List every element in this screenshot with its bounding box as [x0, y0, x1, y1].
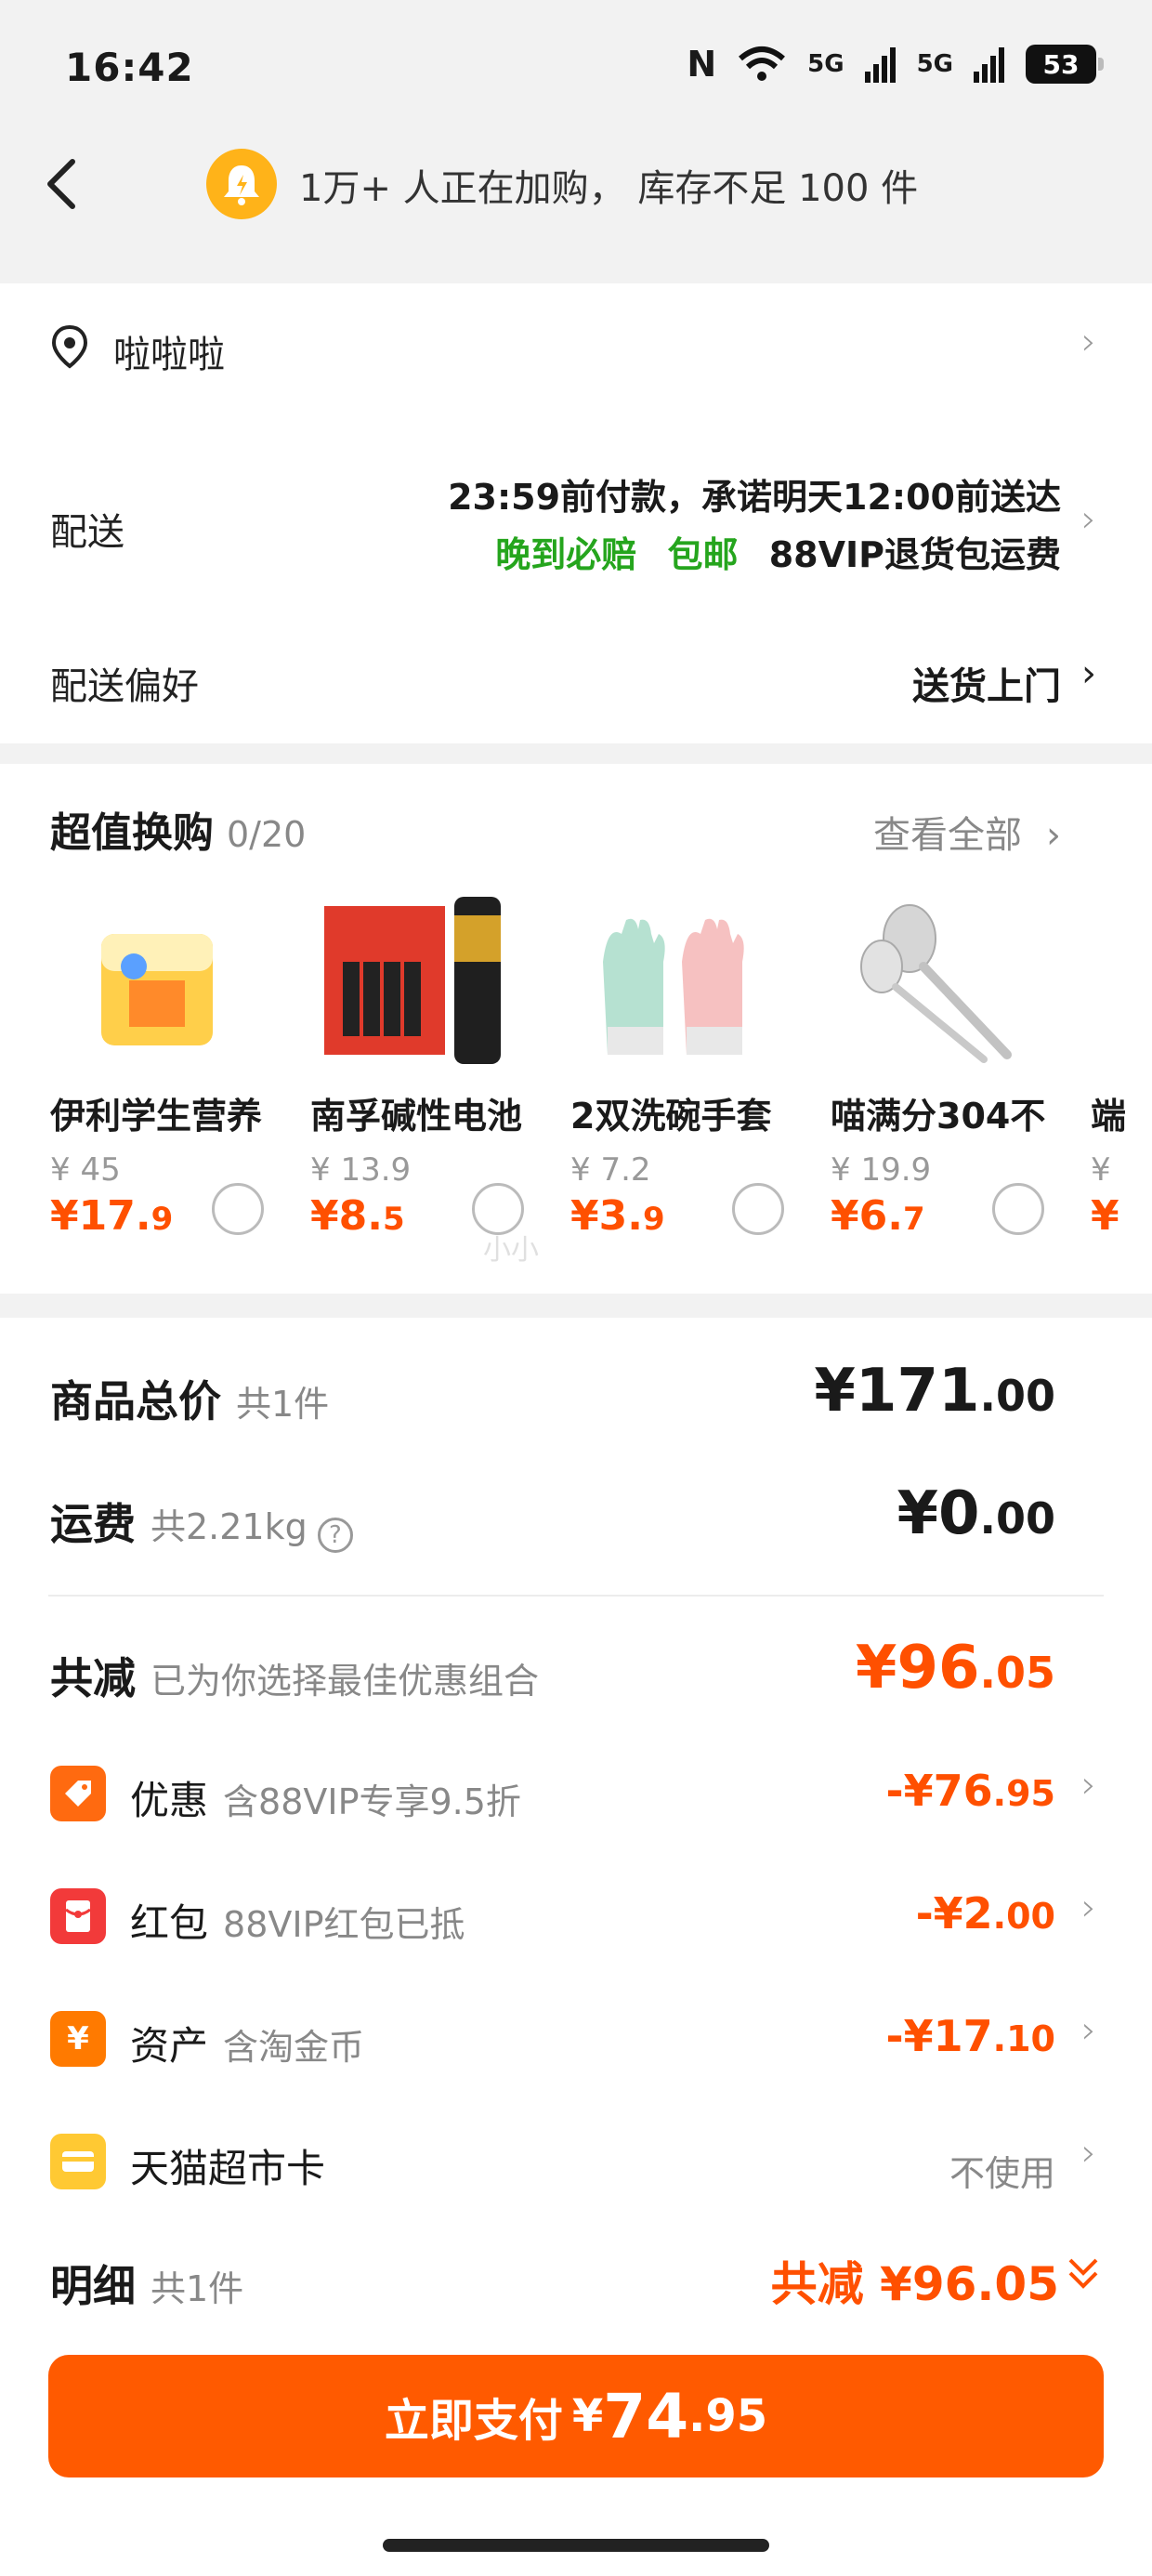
delivery-pref-value: 送货上门: [912, 665, 1061, 708]
address-text: 啦啦啦: [113, 334, 225, 376]
chevron-right-icon: ›: [1081, 321, 1096, 363]
free-shipping-tag: 包邮: [667, 534, 739, 575]
home-indicator[interactable]: [383, 2539, 769, 2552]
chevron-right-icon: ›: [1081, 1886, 1096, 1929]
bundle-item[interactable]: 南孚碱性电池 ¥ 13.9 ¥8.5: [310, 892, 543, 1240]
pay-now-button[interactable]: 立即支付 ¥74.95: [48, 2355, 1104, 2477]
wifi-icon: [739, 46, 786, 81]
delivery-promise: 23:59前付款，承诺明天12:00前送达: [448, 477, 1061, 518]
status-time: 16:42: [65, 45, 194, 90]
delivery-preference-row[interactable]: 配送偏好 送货上门 ›: [0, 632, 1152, 734]
tag-icon: [50, 1766, 106, 1821]
signal-5g-icon: 5G: [807, 50, 844, 78]
chevron-right-icon: ›: [1081, 652, 1096, 695]
vip-return-tag: 88VIP退货包运费: [768, 534, 1061, 575]
chevron-left-icon: [47, 159, 75, 209]
chevron-right-icon: ›: [1081, 2009, 1096, 2052]
battery-icon: 53: [1026, 45, 1104, 84]
divider: [48, 1595, 1104, 1597]
chevron-right-icon: ›: [1081, 498, 1096, 541]
status-icons: N 5G 5G 53: [687, 43, 1104, 85]
discount-total-label: 共减 已为你选择最佳优惠组合: [50, 1653, 540, 1703]
battery-pack-image: [310, 892, 524, 1078]
signal-bars-icon: [864, 47, 896, 83]
status-bar: 16:42 N 5G 5G 53: [0, 0, 1152, 139]
address-row[interactable]: 啦啦啦 ›: [0, 283, 1152, 404]
detail-summary[interactable]: 共减 ¥96.05: [771, 2247, 1059, 2314]
bundle-select-radio[interactable]: [732, 1183, 784, 1235]
bundle-count: 0/20: [227, 814, 307, 855]
discount-row-coupon[interactable]: 优惠 含88VIP专享9.5折 -¥76.95 ›: [0, 1747, 1152, 1840]
stock-promo-text: 1万+ 人正在加购， 库存不足 100 件: [299, 167, 919, 210]
signal-5g-icon-2: 5G: [916, 50, 953, 78]
help-icon[interactable]: ?: [317, 1517, 353, 1553]
delivery-tags: 晚到必赔 包邮 88VIP退货包运费: [495, 526, 1061, 577]
shipping-label: 运费 共2.21kg ?: [50, 1491, 353, 1553]
bundle-item[interactable]: 端 ¥ ¥: [1091, 892, 1152, 1240]
discount-row-redpacket[interactable]: 红包 88VIP红包已抵 -¥2.00 ›: [0, 1870, 1152, 1963]
chevron-right-icon: ›: [1081, 2132, 1096, 2175]
back-button[interactable]: [43, 156, 80, 220]
late-compensation-tag: 晚到必赔: [495, 534, 637, 575]
discount-amount: -¥17.10: [885, 2011, 1055, 2061]
view-all-link[interactable]: 查看全部 ›: [873, 805, 1061, 859]
delivery-row[interactable]: 配送 23:59前付款，承诺明天12:00前送达 晚到必赔 包邮 88VIP退货…: [0, 455, 1152, 595]
gloves-image: [570, 892, 784, 1078]
signal-bars-icon-2: [974, 47, 1004, 83]
red-packet-icon: [50, 1888, 106, 1944]
goods-total-label: 商品总价 共1件: [50, 1376, 330, 1426]
tmall-card-value: 不使用: [949, 2153, 1055, 2194]
bundle-price: ¥: [1091, 1192, 1119, 1240]
delivery-pref-label: 配送偏好: [50, 665, 199, 708]
bundle-item[interactable]: 2双洗碗手套 ¥ 7.2 ¥3.9: [570, 892, 803, 1240]
card-icon: [50, 2134, 106, 2189]
bundle-select-radio[interactable]: [212, 1183, 264, 1235]
bell-icon: [206, 149, 277, 219]
discount-amount: -¥2.00: [915, 1888, 1055, 1939]
bundle-item[interactable]: 伊利学生营养 ¥ 45 ¥17.9: [50, 892, 282, 1240]
bundle-item[interactable]: 喵满分304不 ¥ 19.9 ¥6.7: [831, 892, 1063, 1240]
coin-icon: ¥: [50, 2011, 106, 2067]
location-pin-icon: [51, 324, 88, 369]
bundle-select-radio[interactable]: [992, 1183, 1044, 1235]
shipping-amount: ¥0.00: [897, 1479, 1055, 1548]
chevron-right-icon: ›: [1081, 1764, 1096, 1807]
nfc-icon: N: [687, 44, 717, 85]
delivery-label: 配送: [50, 511, 124, 554]
discount-row-tmall-card[interactable]: 天猫超市卡 不使用 ›: [0, 2115, 1152, 2208]
watermark: 小小: [483, 1234, 539, 1267]
discount-total-amount: ¥96.05: [855, 1634, 1055, 1702]
goods-total-amount: ¥171.00: [814, 1357, 1055, 1426]
milk-powder-image: [50, 892, 264, 1078]
discount-amount: -¥76.95: [885, 1766, 1055, 1816]
bundle-list: 伊利学生营养 ¥ 45 ¥17.9 南孚碱性电池 ¥ 13.9 ¥8.5 2双洗…: [50, 892, 1152, 1264]
discount-row-assets[interactable]: ¥ 资产 含淘金币 -¥17.10 ›: [0, 1992, 1152, 2085]
detail-label: 明细 共1件: [50, 2261, 244, 2311]
double-chevron-down-icon[interactable]: [1065, 2253, 1102, 2297]
spoons-image: [831, 892, 1044, 1078]
bundle-title: 超值换购 0/20: [50, 809, 307, 857]
